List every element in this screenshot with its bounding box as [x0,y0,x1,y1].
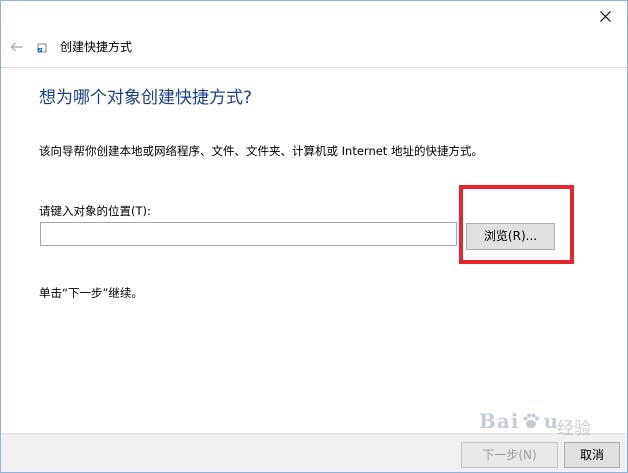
create-shortcut-dialog: 创建快捷方式 想为哪个对象创建快捷方式? 该向导帮你创建本地或网络程序、文件、文… [0,0,628,473]
wizard-description: 该向导帮你创建本地或网络程序、文件、文件夹、计算机或 Internet 地址的快… [39,144,483,158]
watermark-logo-tail: u [543,409,560,433]
watermark-logo-text: Bai [479,409,520,433]
paw-icon [523,413,540,429]
dialog-title: 创建快捷方式 [60,40,133,54]
header-divider [1,67,627,68]
browse-button[interactable]: 浏览(R)... [466,223,555,250]
location-input[interactable] [40,222,457,246]
close-icon [599,10,611,22]
page-heading: 想为哪个对象创建快捷方式? [39,88,253,108]
watermark-logo: Bai u [479,409,559,433]
cancel-button[interactable]: 取消 [564,442,620,468]
back-button[interactable] [7,39,27,55]
location-label: 请键入对象的位置(T): [39,204,151,218]
close-button[interactable] [583,1,627,31]
next-button[interactable]: 下一步(N) [461,442,558,468]
continue-hint: 单击“下一步”继续。 [39,286,143,300]
back-arrow-icon [10,42,23,52]
shortcut-icon [37,43,47,53]
